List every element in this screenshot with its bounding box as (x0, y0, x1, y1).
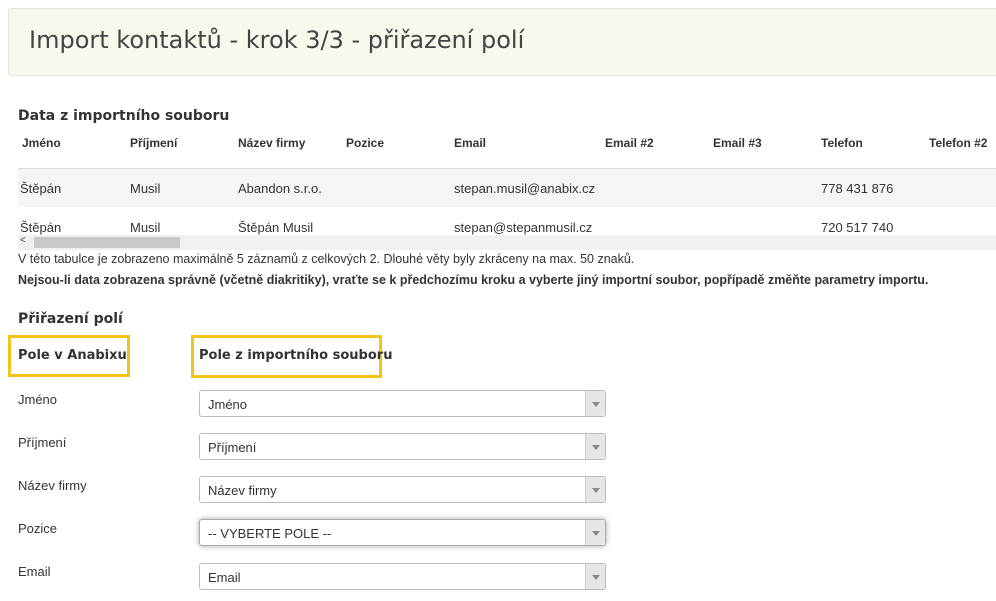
column-header: Příjmení (130, 136, 178, 150)
preview-section-title: Data z importního souboru (18, 108, 230, 124)
select-email[interactable]: Email (199, 563, 606, 590)
field-label-email: Email (18, 564, 51, 579)
dropdown-arrow-icon[interactable] (585, 434, 605, 459)
column-header: Název firmy (238, 136, 306, 150)
table-row: Štěpán Musil Abandon s.r.o. stepan.musil… (18, 168, 996, 207)
table-cell: Štěpán (20, 220, 62, 235)
table-cell: 720 517 740 (821, 220, 894, 235)
column-head-anabix: Pole v Anabixu (18, 348, 127, 363)
table-header-row: Jméno Příjmení Název firmy Pozice Email … (18, 128, 996, 158)
dropdown-arrow-icon[interactable] (585, 391, 605, 416)
select-value: Název firmy (208, 483, 277, 498)
field-label-jmeno: Jméno (18, 392, 58, 407)
horizontal-scrollbar[interactable]: < (18, 235, 996, 250)
select-value: Email (208, 570, 241, 585)
preview-warning: Nejsou-li data zobrazena správně (včetně… (18, 273, 929, 287)
dropdown-arrow-icon[interactable] (585, 564, 605, 589)
preview-note: V této tabulce je zobrazeno maximálně 5 … (18, 252, 635, 266)
select-value: Příjmení (208, 440, 257, 455)
table-cell: Abandon s.r.o. (238, 181, 322, 196)
table-cell: Štěpán Musil (238, 220, 314, 235)
select-prijmeni[interactable]: Příjmení (199, 433, 606, 460)
dropdown-arrow-icon[interactable] (585, 520, 605, 545)
column-header: Email (454, 136, 487, 150)
column-header: Email #3 (713, 136, 762, 150)
table-cell: Štěpán (20, 181, 62, 196)
scroll-left-arrow-icon[interactable]: < (20, 235, 26, 246)
column-header: Pozice (346, 136, 385, 150)
table-cell: stepan.musil@anabix.cz (454, 181, 596, 196)
table-cell: 778 431 876 (821, 181, 894, 196)
select-jmeno[interactable]: Jméno (199, 390, 606, 417)
select-nazev-firmy[interactable]: Název firmy (199, 476, 606, 503)
field-label-pozice: Pozice (18, 521, 58, 536)
column-header: Jméno (22, 136, 61, 150)
table-cell: Musil (130, 181, 161, 196)
table-cell: Musil (130, 220, 161, 235)
select-value: -- VYBERTE POLE -- (208, 526, 332, 541)
select-value: Jméno (208, 397, 248, 412)
page-header: Import kontaktů - krok 3/3 - přiřazení p… (8, 8, 996, 76)
page-title: Import kontaktů - krok 3/3 - přiřazení p… (29, 26, 525, 54)
column-header: Telefon (821, 136, 863, 150)
column-head-import: Pole z importního souboru (199, 348, 393, 363)
dropdown-arrow-icon[interactable] (585, 477, 605, 502)
mapping-section-title: Přiřazení polí (18, 311, 123, 327)
field-label-nazev-firmy: Název firmy (18, 478, 87, 493)
field-label-prijmeni: Příjmení (18, 435, 67, 450)
scrollbar-thumb[interactable] (34, 237, 180, 248)
column-header: Email #2 (605, 136, 654, 150)
column-header: Telefon #2 (929, 136, 988, 150)
table-cell: stepan@stepanmusil.cz (454, 220, 593, 235)
select-pozice[interactable]: -- VYBERTE POLE -- (199, 519, 606, 546)
